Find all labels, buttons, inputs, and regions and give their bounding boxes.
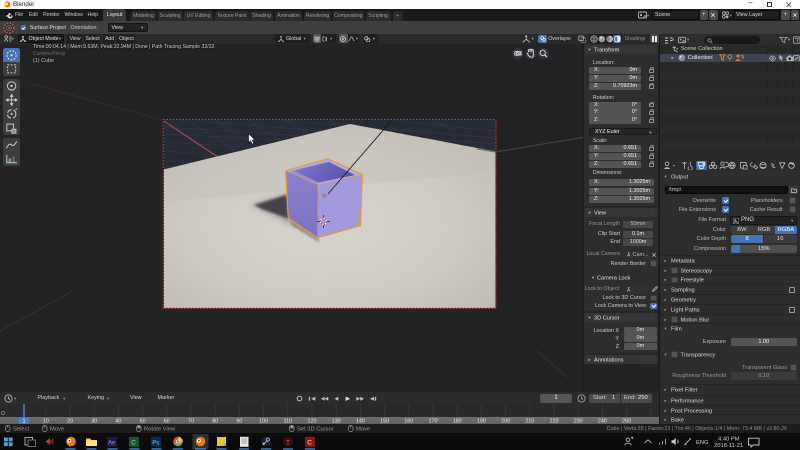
svg-text:Ae: Ae [108, 440, 116, 446]
svg-text:Move: Move [50, 427, 64, 433]
svg-text:Ps: Ps [152, 440, 159, 446]
svg-text:2018-11-21: 2018-11-21 [714, 443, 743, 449]
svg-text:T: T [286, 439, 290, 446]
svg-text:Rotate View: Rotate View [144, 427, 176, 433]
svg-text:Move: Move [356, 427, 370, 433]
svg-text:Select: Select [13, 427, 30, 433]
svg-text:C: C [307, 439, 312, 446]
svg-text:ENG: ENG [696, 440, 709, 446]
svg-text:C: C [131, 439, 136, 446]
svg-text:4:40 PM: 4:40 PM [718, 437, 740, 443]
svg-text:Set 3D Cursor: Set 3D Cursor [297, 427, 334, 433]
